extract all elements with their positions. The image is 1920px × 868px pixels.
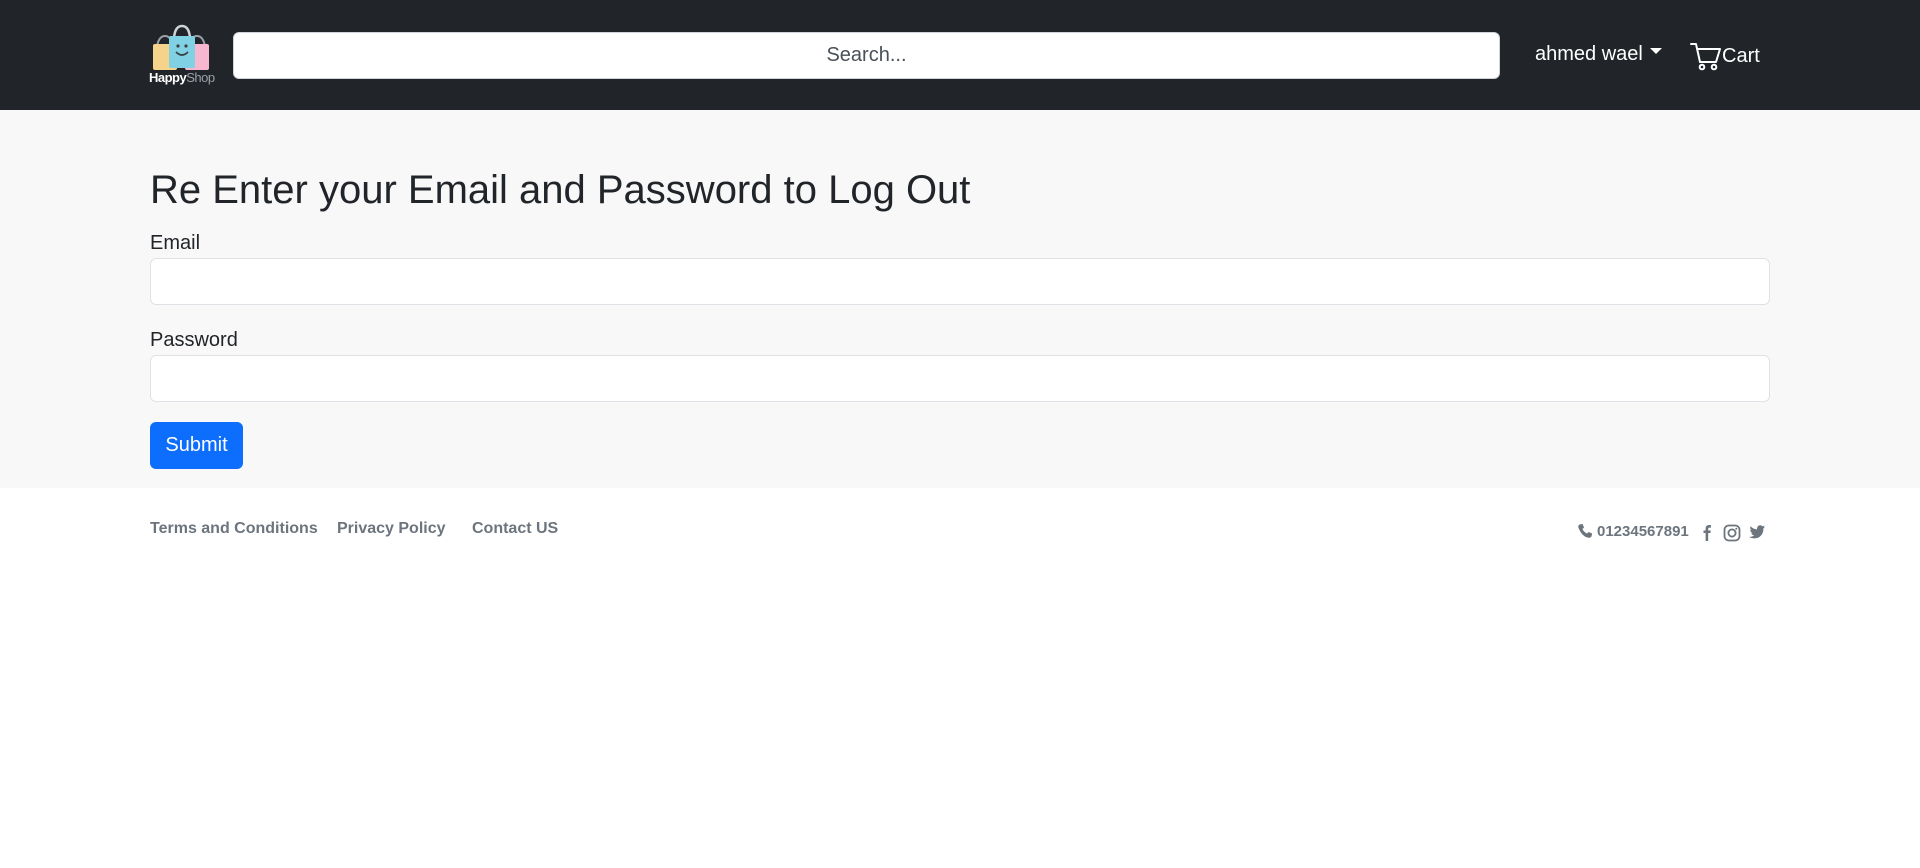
brand-logo[interactable]: HappyShop xyxy=(149,24,215,86)
brand-name-part1: Happy xyxy=(149,70,187,85)
privacy-link[interactable]: Privacy Policy xyxy=(337,520,446,538)
user-menu-dropdown[interactable]: ahmed wael xyxy=(1535,40,1662,68)
page-title: Re Enter your Email and Password to Log … xyxy=(150,168,971,212)
navbar: HappyShop ahmed wael Cart xyxy=(0,0,1920,110)
cart-label: Cart xyxy=(1722,44,1760,67)
brand-name: HappyShop xyxy=(149,70,219,85)
terms-link[interactable]: Terms and Conditions xyxy=(150,520,318,538)
phone-contact: 01234567891 xyxy=(1577,521,1689,541)
caret-down-icon xyxy=(1649,48,1662,54)
password-label: Password xyxy=(150,329,238,351)
shopping-bags-icon xyxy=(153,24,209,70)
logout-form-section: Re Enter your Email and Password to Log … xyxy=(0,110,1920,488)
twitter-icon[interactable] xyxy=(1748,524,1766,540)
brand-name-part2: Shop xyxy=(186,70,215,85)
submit-button[interactable]: Submit xyxy=(150,422,243,469)
cart-icon xyxy=(1690,43,1721,71)
phone-icon xyxy=(1578,524,1592,538)
email-label: Email xyxy=(150,232,201,254)
email-field[interactable] xyxy=(150,258,1770,305)
phone-number: 01234567891 xyxy=(1597,522,1689,540)
contact-link[interactable]: Contact US xyxy=(472,520,558,538)
password-field[interactable] xyxy=(150,355,1770,402)
cart-link[interactable]: Cart xyxy=(1690,38,1760,74)
search-input[interactable] xyxy=(233,32,1500,79)
instagram-icon[interactable] xyxy=(1723,524,1741,542)
user-name: ahmed wael xyxy=(1535,42,1643,65)
facebook-icon[interactable] xyxy=(1700,524,1714,542)
